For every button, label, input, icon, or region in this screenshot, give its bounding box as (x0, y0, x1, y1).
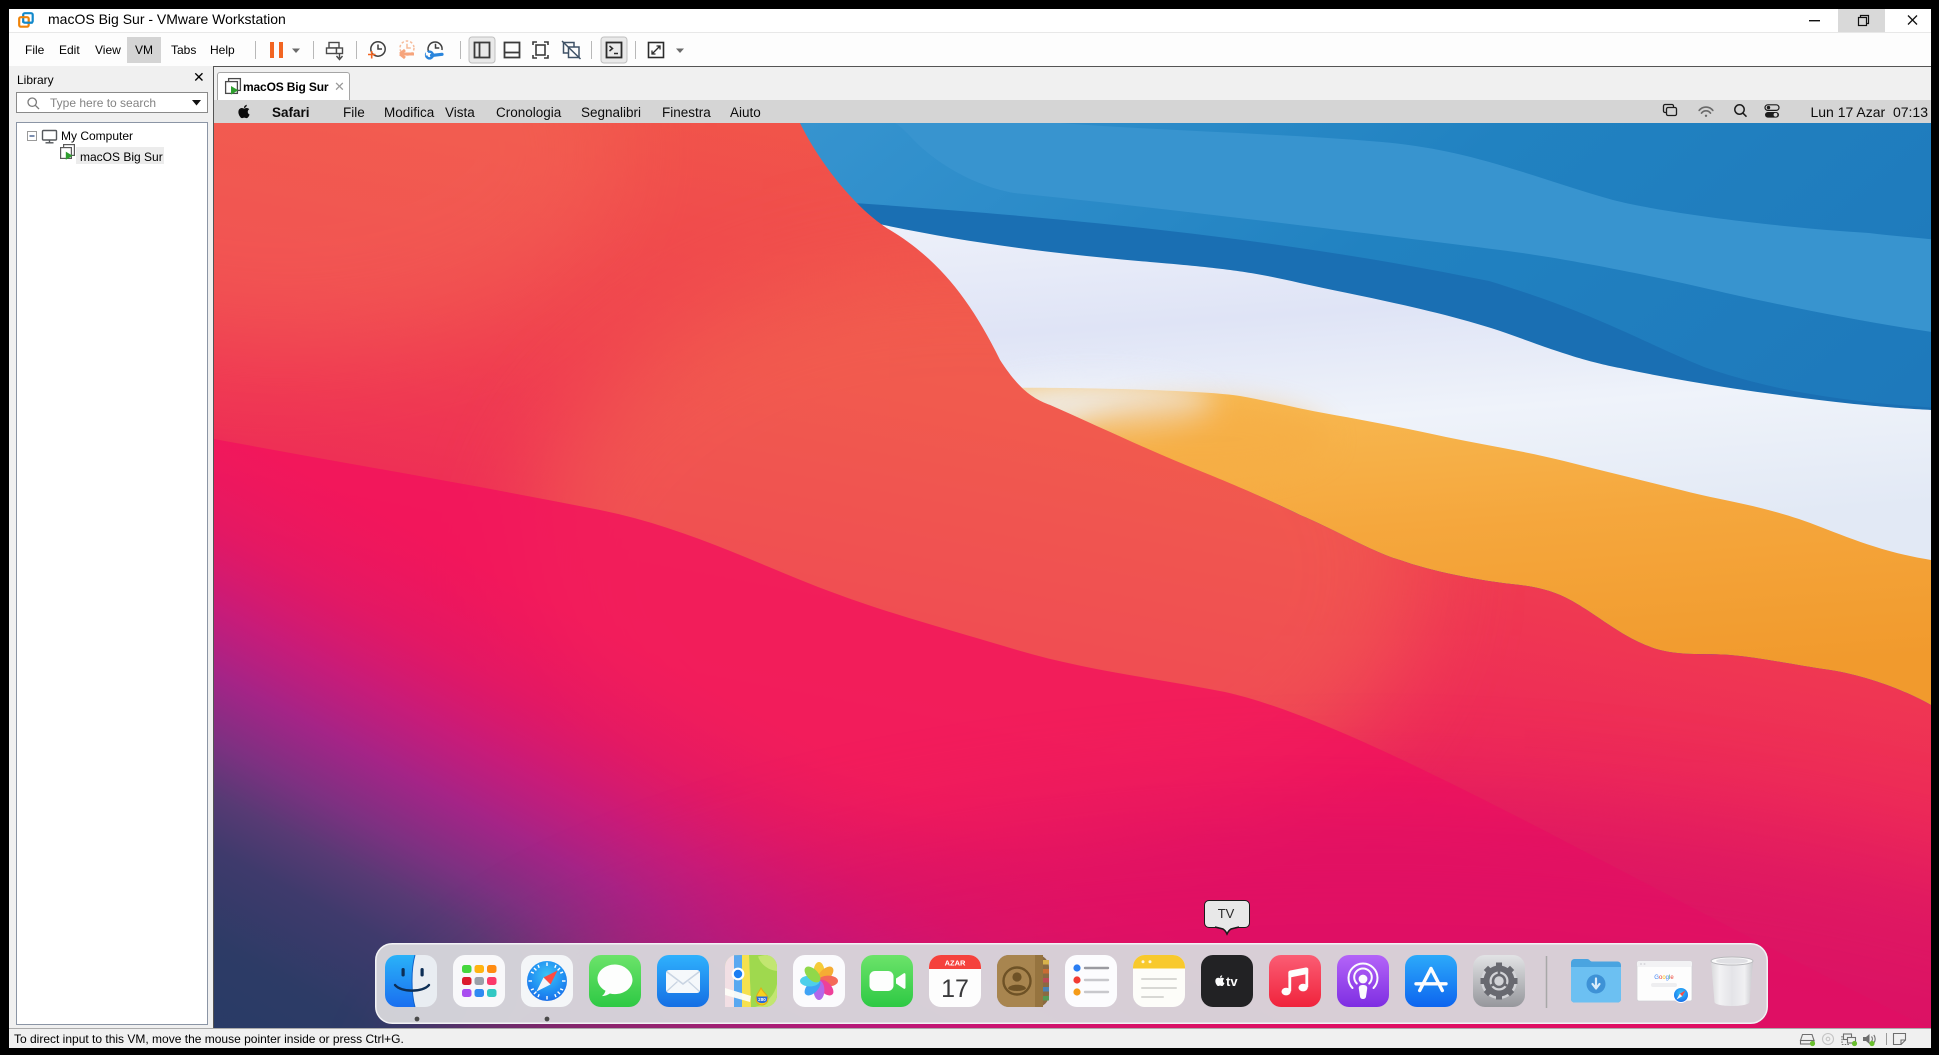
svg-text:280: 280 (758, 997, 766, 1002)
svg-text:17: 17 (941, 975, 969, 1003)
svg-text:Google: Google (1654, 975, 1674, 981)
svg-text:tv: tv (1226, 974, 1238, 989)
svg-text:AZAR: AZAR (945, 959, 966, 968)
